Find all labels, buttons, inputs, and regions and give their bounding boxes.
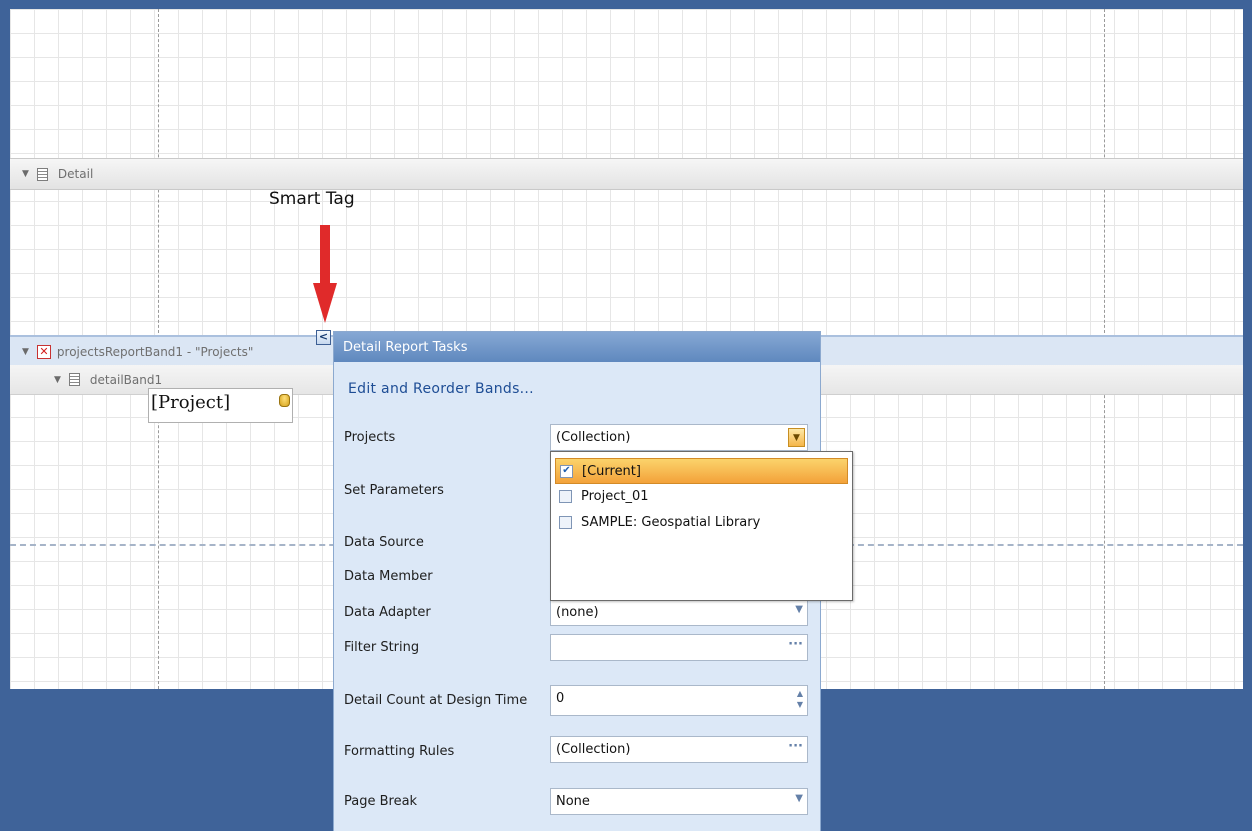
band-page-icon	[68, 373, 80, 386]
data-adapter-label: Data Adapter	[344, 605, 431, 620]
page-break-value: None	[556, 794, 590, 809]
panel-title: Detail Report Tasks	[334, 332, 820, 362]
detail-band-label: Detail	[57, 167, 94, 181]
spin-arrows-icon[interactable]: ▲ ▼	[797, 688, 803, 710]
list-item-project-01[interactable]: Project_01	[555, 484, 848, 508]
band-page-icon	[36, 167, 48, 181]
smart-tag-annotation: Smart Tag	[269, 189, 355, 209]
ellipsis-icon[interactable]: ···	[788, 739, 803, 754]
detail-count-spinner[interactable]: 0 ▲ ▼	[550, 685, 808, 716]
filter-string-field[interactable]: ···	[550, 634, 808, 661]
formatting-rules-label: Formatting Rules	[344, 744, 455, 759]
filter-string-label: Filter String	[344, 640, 420, 655]
list-item-current[interactable]: ✔ [Current]	[555, 458, 848, 484]
list-item-geospatial[interactable]: SAMPLE: Geospatial Library	[555, 510, 848, 534]
dropdown-arrow-icon[interactable]: ▼	[788, 428, 805, 447]
red-arrow-icon	[313, 225, 337, 323]
edit-reorder-bands-link[interactable]: Edit and Reorder Bands...	[348, 381, 534, 397]
detail-count-value: 0	[556, 691, 565, 706]
projects-label: Projects	[344, 430, 396, 445]
data-adapter-value: (none)	[556, 605, 599, 620]
detail-band1-label: detailBand1	[89, 372, 163, 387]
detail-count-label: Detail Count at Design Time	[344, 693, 528, 708]
projects-combo[interactable]: (Collection) ▼	[550, 424, 808, 451]
formatting-rules-field[interactable]: (Collection) ···	[550, 736, 808, 763]
checkbox-icon[interactable]	[559, 489, 572, 503]
error-x-icon: ✕	[36, 344, 51, 359]
option-label: Project_01	[581, 488, 649, 504]
data-adapter-combo[interactable]: (none) ▼	[550, 599, 808, 626]
smart-tag-button[interactable]: <	[316, 330, 331, 345]
data-member-label: Data Member	[344, 569, 433, 584]
data-source-label: Data Source	[344, 535, 424, 550]
collapse-triangle-icon[interactable]: ▼	[22, 169, 29, 179]
ellipsis-icon[interactable]: ···	[788, 637, 803, 652]
detail-band-header[interactable]: ▼ Detail	[10, 158, 1243, 190]
dropdown-arrow-icon[interactable]: ▼	[795, 604, 803, 615]
page-break-label: Page Break	[344, 794, 418, 809]
dropdown-arrow-icon[interactable]: ▼	[795, 793, 803, 804]
data-binding-icon	[279, 394, 290, 407]
projects-report-band-label: projectsReportBand1 - "Projects"	[56, 344, 254, 359]
collapse-triangle-icon[interactable]: ▼	[54, 375, 61, 385]
set-parameters-label: Set Parameters	[344, 483, 444, 498]
formatting-rules-value: (Collection)	[556, 742, 631, 757]
projects-value: (Collection)	[556, 430, 631, 445]
checkbox-icon[interactable]	[559, 515, 572, 529]
page-break-combo[interactable]: None ▼	[550, 788, 808, 815]
project-field-label[interactable]: [Project]	[148, 388, 293, 423]
collapse-triangle-icon[interactable]: ▼	[22, 347, 29, 357]
checkbox-checked-icon[interactable]: ✔	[560, 464, 573, 478]
option-label: [Current]	[582, 463, 641, 479]
projects-dropdown-list[interactable]: ✔ [Current] Project_01 SAMPLE: Geospatia…	[550, 451, 853, 601]
option-label: SAMPLE: Geospatial Library	[581, 514, 761, 530]
